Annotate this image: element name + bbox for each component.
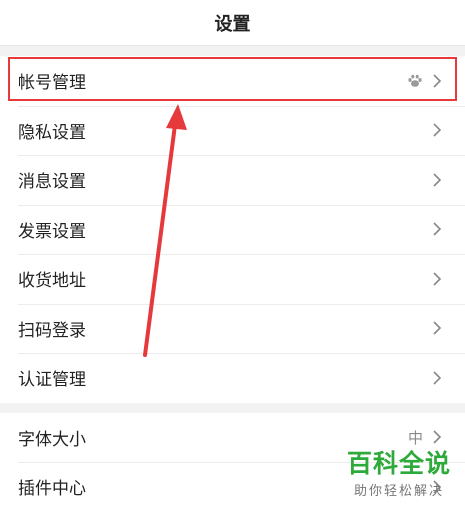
settings-header: 设置: [0, 0, 465, 46]
chevron-right-icon: [433, 173, 442, 187]
message-settings-row[interactable]: 消息设置: [0, 155, 465, 205]
settings-group-primary: 帐号管理 隐私设置 消息设置 发票设置 收货地址 扫码登录 认证管理: [0, 56, 465, 403]
chevron-right-icon: [433, 430, 442, 444]
chevron-right-icon: [433, 321, 442, 335]
invoice-settings-row[interactable]: 发票设置: [0, 204, 465, 255]
chevron-right-icon: [433, 272, 442, 286]
verification-management-label: 认证管理: [18, 370, 86, 391]
account-management-row[interactable]: 帐号管理: [0, 56, 465, 106]
watermark-logo: 百科全说 助你轻松解决: [346, 449, 451, 500]
shipping-address-label: 收货地址: [18, 271, 86, 292]
paw-icon: [408, 74, 422, 87]
chevron-right-icon: [433, 74, 442, 88]
chevron-right-icon: [433, 222, 442, 236]
verification-management-row[interactable]: 认证管理: [0, 353, 465, 403]
font-size-value: 中: [407, 428, 423, 447]
watermark-subtitle: 助你轻松解决: [353, 484, 444, 499]
qr-login-label: 扫码登录: [18, 320, 86, 341]
privacy-settings-label: 隐私设置: [18, 122, 86, 143]
chevron-right-icon: [433, 371, 442, 385]
message-settings-label: 消息设置: [18, 172, 86, 193]
privacy-settings-row[interactable]: 隐私设置: [0, 105, 465, 156]
invoice-settings-label: 发票设置: [18, 221, 86, 242]
shipping-address-row[interactable]: 收货地址: [0, 254, 465, 304]
account-management-label: 帐号管理: [18, 73, 86, 94]
page-title: 设置: [214, 13, 251, 35]
chevron-right-icon: [433, 123, 442, 137]
font-size-label: 字体大小: [18, 429, 86, 450]
watermark-title: 百科全说: [346, 449, 451, 478]
qr-login-row[interactable]: 扫码登录: [0, 303, 465, 354]
